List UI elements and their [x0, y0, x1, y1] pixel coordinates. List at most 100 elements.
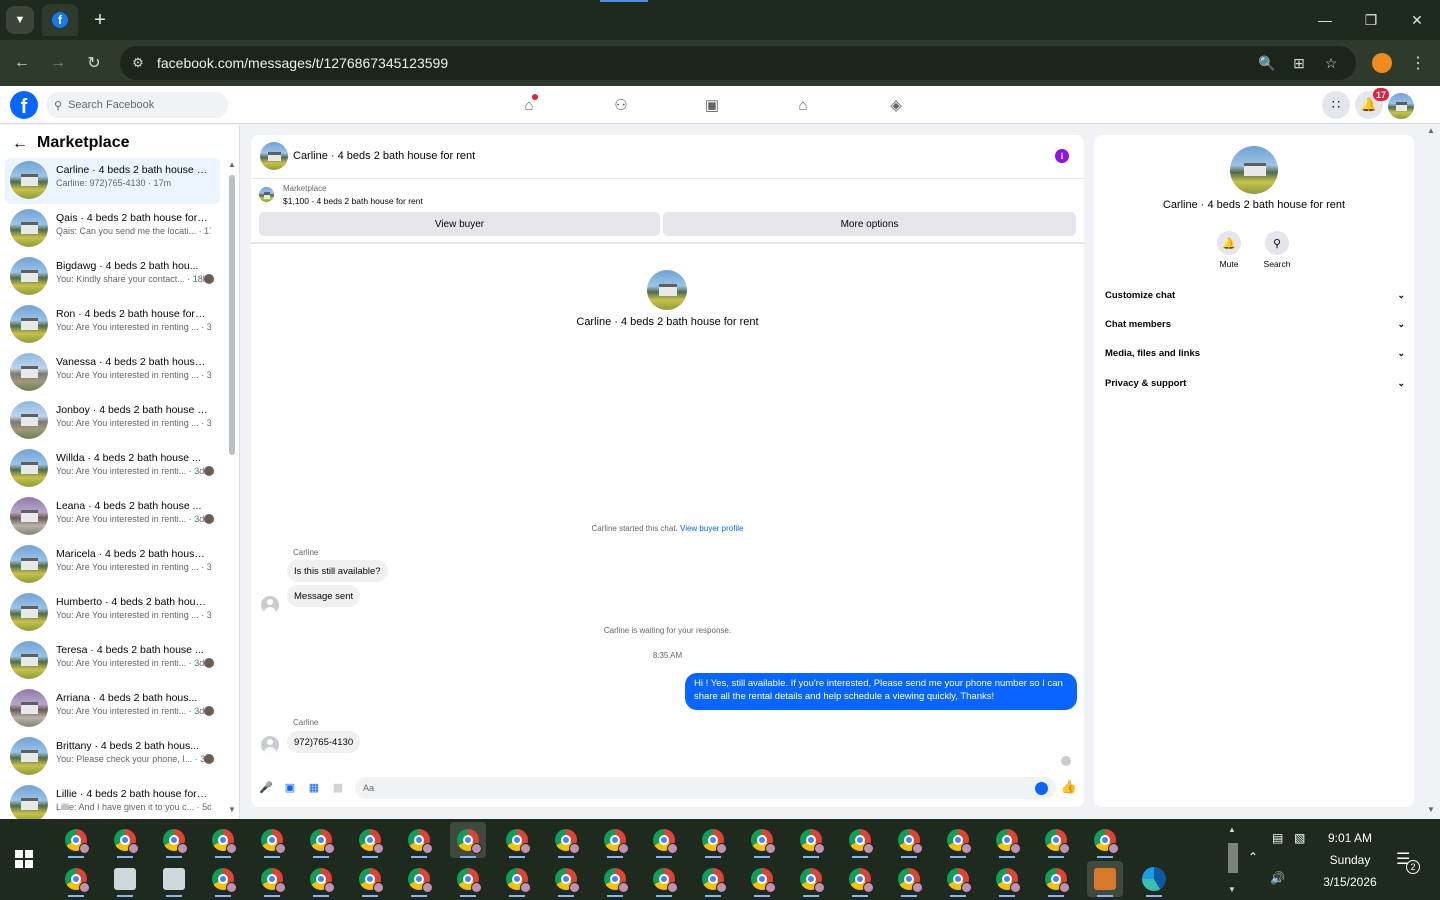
home-icon[interactable]: ⌂ — [518, 94, 540, 116]
conversation-item[interactable]: Ron · 4 beds 2 bath house for r... You: A… — [5, 302, 220, 348]
like-icon[interactable]: 👍 — [1061, 779, 1077, 795]
taskbar-chrome-button[interactable] — [646, 822, 682, 858]
profile-extension-icon[interactable] — [1372, 53, 1392, 73]
taskbar-chrome-button[interactable] — [989, 861, 1025, 897]
gif-icon[interactable]: ▩ — [331, 780, 345, 794]
listing-thumbnail[interactable] — [259, 187, 274, 202]
incoming-message[interactable]: Message sent — [287, 585, 361, 607]
taskbar-chrome-button[interactable] — [401, 861, 437, 897]
taskbar-chrome-button[interactable] — [205, 861, 241, 897]
scroll-down-arrow[interactable]: ▼ — [228, 805, 236, 814]
video-icon[interactable]: ▣ — [701, 94, 723, 116]
conversation-item[interactable]: Maricela · 4 beds 2 bath house ... You: A… — [5, 542, 220, 588]
taskbar-chrome-button[interactable] — [401, 822, 437, 858]
view-buyer-profile-link[interactable]: View buyer profile — [680, 524, 743, 533]
taskbar-chrome-button[interactable] — [842, 861, 878, 897]
taskbar-chrome-button[interactable] — [156, 822, 192, 858]
site-info-icon[interactable]: ⚙ — [128, 53, 148, 73]
taskbar-chrome-button[interactable] — [1087, 822, 1123, 858]
taskbar-chrome-button[interactable] — [303, 861, 339, 897]
conversation-item[interactable]: Carline · 4 beds 2 bath house f... Carlin… — [5, 158, 220, 204]
taskbar-chrome-button[interactable] — [695, 822, 731, 858]
clock-day[interactable]: Sunday — [1312, 853, 1388, 867]
minimize-button[interactable]: — — [1302, 0, 1348, 40]
taskbar-app-button[interactable] — [107, 861, 143, 897]
view-buyer-button[interactable]: View buyer — [259, 212, 660, 236]
info-icon[interactable]: i — [1055, 149, 1069, 163]
conversation-item[interactable]: Humberto · 4 beds 2 bath hous... You: Are… — [5, 590, 220, 636]
zoom-icon[interactable]: 🔍 — [1257, 53, 1277, 73]
media-files-section[interactable]: Media, files and links ⌄ — [1105, 343, 1405, 363]
tab-list-button[interactable]: ▼ — [6, 6, 34, 34]
taskbar-app-button[interactable] — [1087, 861, 1123, 897]
incoming-message[interactable]: Is this still available? — [287, 560, 388, 582]
scroll-down-arrow[interactable]: ▼ — [1228, 885, 1236, 894]
meet-now-icon[interactable]: ▤ — [1272, 831, 1283, 845]
page-scroll-up-arrow[interactable]: ▲ — [1427, 126, 1435, 135]
clock-date[interactable]: 3/15/2026 — [1312, 875, 1388, 889]
reload-button[interactable]: ↻ — [80, 49, 108, 77]
taskbar-chrome-button[interactable] — [891, 861, 927, 897]
taskbar-chrome-button[interactable] — [58, 822, 94, 858]
sidebar-scrollbar[interactable] — [229, 175, 235, 455]
privacy-support-section[interactable]: Privacy & support ⌄ — [1105, 373, 1405, 393]
volume-icon[interactable]: 🔊 — [1270, 871, 1285, 885]
taskbar-chrome-button[interactable] — [352, 861, 388, 897]
restore-button[interactable]: ❐ — [1348, 0, 1394, 40]
outgoing-message[interactable]: Hi ! Yes, still available. If you're int… — [685, 673, 1077, 710]
conversation-item[interactable]: Brittany · 4 beds 2 bath hous... You: Ple… — [5, 734, 220, 780]
conversation-item[interactable]: Qais · 4 beds 2 bath house for r... Qais:… — [5, 206, 220, 252]
taskbar-chrome-button[interactable] — [352, 822, 388, 858]
conversation-item[interactable]: Jonboy · 4 beds 2 bath house f... You: Ar… — [5, 398, 220, 444]
taskbar-chrome-button[interactable] — [205, 822, 241, 858]
taskbar-chrome-button[interactable] — [891, 822, 927, 858]
microphone-icon[interactable]: 🎤 — [259, 780, 273, 794]
taskbar-chrome-button[interactable] — [989, 822, 1025, 858]
sticker-icon[interactable]: ▦ — [307, 780, 321, 794]
emoji-icon[interactable] — [1035, 782, 1048, 795]
conversation-item[interactable]: Arriana · 4 beds 2 bath hous... You: Are … — [5, 686, 220, 732]
taskbar-edge-button[interactable] — [1136, 861, 1172, 897]
chat-title[interactable]: Carline · 4 beds 2 bath house for rent — [293, 150, 475, 162]
taskbar-chrome-button[interactable] — [450, 822, 486, 858]
taskbar-chrome-button[interactable] — [940, 861, 976, 897]
taskbar-chrome-button[interactable] — [842, 822, 878, 858]
taskbar-chrome-button[interactable] — [1038, 822, 1074, 858]
close-window-button[interactable]: ✕ — [1394, 0, 1440, 40]
taskbar-chrome-button[interactable] — [695, 861, 731, 897]
taskbar-chrome-button[interactable] — [646, 861, 682, 897]
message-input[interactable]: Aa — [355, 777, 1056, 799]
scroll-thumb[interactable] — [1228, 843, 1238, 873]
listing-title[interactable]: $1,100 - 4 beds 2 bath house for rent — [283, 196, 423, 206]
taskbar-chrome-button[interactable] — [1038, 861, 1074, 897]
kebab-menu-icon[interactable]: ⋮ — [1408, 51, 1428, 75]
taskbar-app-button[interactable] — [156, 861, 192, 897]
taskbar-chrome-button[interactable] — [107, 822, 143, 858]
details-avatar[interactable] — [1230, 146, 1278, 194]
taskbar-chrome-button[interactable] — [744, 822, 780, 858]
customize-chat-section[interactable]: Customize chat ⌄ — [1105, 285, 1405, 305]
image-icon[interactable]: ▣ — [283, 780, 297, 794]
conversation-item[interactable]: Teresa · 4 beds 2 bath house ... You: Are… — [5, 638, 220, 684]
taskbar-chrome-button[interactable] — [597, 861, 633, 897]
friends-icon[interactable]: ⚇ — [610, 94, 632, 116]
mute-button[interactable]: 🔔 Mute — [1215, 231, 1243, 269]
conversation-item[interactable]: Leana · 4 beds 2 bath house ... You: Are … — [5, 494, 220, 540]
taskbar-chrome-button[interactable] — [303, 822, 339, 858]
taskbar-chrome-button[interactable] — [58, 861, 94, 897]
chat-avatar[interactable] — [260, 142, 288, 170]
taskbar-chrome-button[interactable] — [597, 822, 633, 858]
scroll-up-arrow[interactable]: ▲ — [228, 160, 236, 169]
conversation-item[interactable]: Vanessa · 4 beds 2 bath house f... You: A… — [5, 350, 220, 396]
taskbar-chrome-button[interactable] — [254, 861, 290, 897]
marketplace-icon[interactable]: ⌂ — [792, 94, 814, 116]
back-arrow-icon[interactable]: ← — [12, 135, 28, 153]
taskbar-chrome-button[interactable] — [450, 861, 486, 897]
clock-time[interactable]: 9:01 AM — [1312, 831, 1388, 845]
conversation-item[interactable]: Bigdawg · 4 beds 2 bath hou... You: Kindl… — [5, 254, 220, 300]
gaming-icon[interactable]: ◈ — [885, 94, 907, 116]
facebook-logo-icon[interactable]: f — [10, 91, 38, 119]
install-app-icon[interactable]: ⊞ — [1289, 53, 1309, 73]
taskbar-chrome-button[interactable] — [548, 822, 584, 858]
menu-grid-button[interactable]: ∷ — [1322, 91, 1350, 119]
